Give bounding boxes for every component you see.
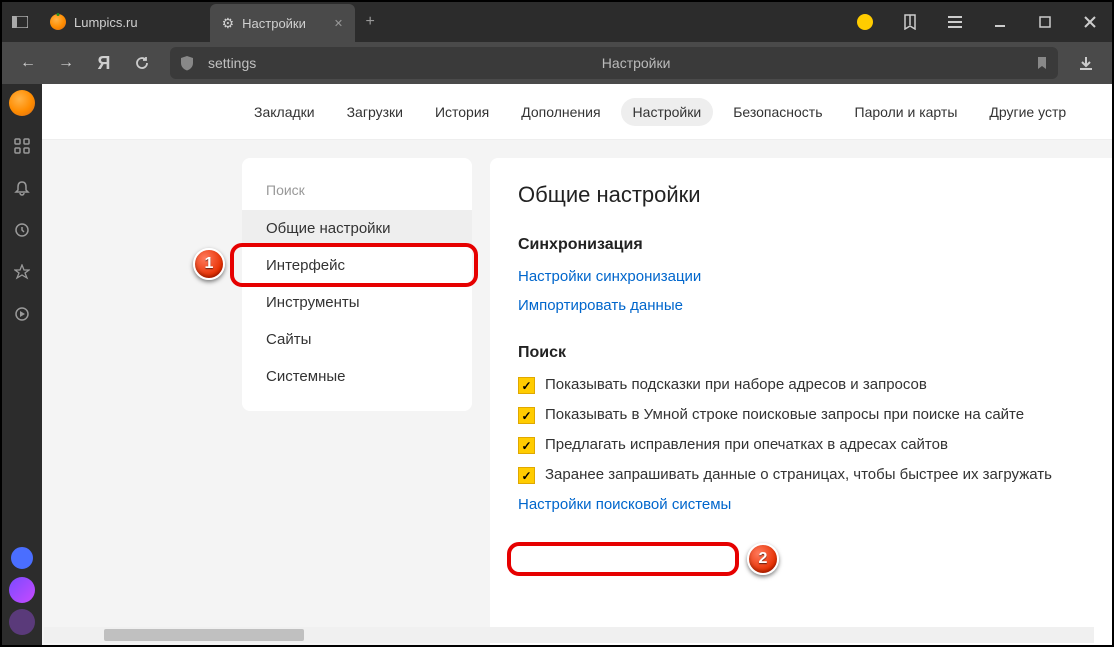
titlebar: Lumpics.ru ⚙ Настройки ✕ + xyxy=(2,2,1112,42)
url-text: settings xyxy=(204,55,256,71)
nav-addons[interactable]: Дополнения xyxy=(509,98,612,126)
shield-icon xyxy=(180,55,204,71)
sidebar-app-icon[interactable] xyxy=(9,545,35,571)
downloads-button[interactable] xyxy=(1068,55,1104,71)
bookmark-icon[interactable] xyxy=(1016,56,1048,70)
annotation-marker-2: 2 xyxy=(747,543,779,575)
search-heading: Поиск xyxy=(518,344,1084,362)
nav-downloads[interactable]: Загрузки xyxy=(335,98,415,126)
bell-icon[interactable] xyxy=(10,176,34,200)
search-engine-settings-link[interactable]: Настройки поисковой системы xyxy=(518,496,1084,513)
tab-label: Настройки xyxy=(242,16,306,31)
page-label: Настройки xyxy=(602,55,671,71)
nav-other-devices[interactable]: Другие устр xyxy=(977,98,1078,126)
nav-passwords[interactable]: Пароли и карты xyxy=(843,98,970,126)
checkbox[interactable] xyxy=(518,407,535,424)
services-icon[interactable] xyxy=(10,134,34,158)
checkbox-label: Заранее запрашивать данные о страницах, … xyxy=(545,466,1052,483)
forward-button[interactable]: → xyxy=(48,45,84,81)
reload-button[interactable] xyxy=(124,45,160,81)
play-icon[interactable] xyxy=(10,302,34,326)
gear-icon: ⚙ xyxy=(222,15,235,32)
extension-icon[interactable] xyxy=(842,2,887,42)
checkbox-label: Показывать подсказки при наборе адресов … xyxy=(545,376,927,393)
maximize-button[interactable] xyxy=(1022,2,1067,42)
nav-bookmarks[interactable]: Закладки xyxy=(242,98,327,126)
menu-tools[interactable]: Инструменты xyxy=(242,284,472,321)
nav-settings[interactable]: Настройки xyxy=(621,98,714,126)
star-icon[interactable] xyxy=(10,260,34,284)
tab-label: Lumpics.ru xyxy=(74,15,138,30)
menu-sites[interactable]: Сайты xyxy=(242,321,472,358)
browser-sidebar xyxy=(2,84,42,645)
menu-section-label: Поиск xyxy=(242,174,472,210)
lumpics-site-icon[interactable] xyxy=(9,90,35,116)
history-icon[interactable] xyxy=(10,218,34,242)
panel-title: Общие настройки xyxy=(518,182,1084,208)
nav-history[interactable]: История xyxy=(423,98,501,126)
sync-heading: Синхронизация xyxy=(518,236,1084,254)
tab-lumpics[interactable]: Lumpics.ru xyxy=(38,2,150,42)
minimize-button[interactable] xyxy=(977,2,1022,42)
close-button[interactable] xyxy=(1067,2,1112,42)
checkbox-label: Предлагать исправления при опечатках в а… xyxy=(545,436,948,453)
close-tab-icon[interactable]: ✕ xyxy=(334,17,343,30)
import-data-link[interactable]: Импортировать данные xyxy=(518,297,1084,314)
back-button[interactable]: ← xyxy=(10,45,46,81)
lumpics-favicon-icon xyxy=(50,14,66,30)
checkbox-label: Показывать в Умной строке поисковые запр… xyxy=(545,406,1024,423)
settings-top-nav: Закладки Загрузки История Дополнения Нас… xyxy=(42,84,1112,140)
tab-settings[interactable]: ⚙ Настройки ✕ xyxy=(210,4,356,42)
menu-interface[interactable]: Интерфейс xyxy=(242,247,472,284)
checkbox[interactable] xyxy=(518,467,535,484)
sidebar-app-icon[interactable] xyxy=(9,609,35,635)
horizontal-scrollbar[interactable] xyxy=(44,627,1094,643)
checkbox[interactable] xyxy=(518,437,535,454)
menu-general[interactable]: Общие настройки xyxy=(242,210,472,247)
settings-panel: Общие настройки Синхронизация Настройки … xyxy=(490,158,1112,645)
menu-system[interactable]: Системные xyxy=(242,358,472,395)
address-bar[interactable]: settings Настройки xyxy=(170,47,1058,79)
sync-settings-link[interactable]: Настройки синхронизации xyxy=(518,268,1084,285)
new-tab-button[interactable]: + xyxy=(355,13,385,31)
toolbar: ← → Я settings Настройки xyxy=(2,42,1112,84)
yandex-home-button[interactable]: Я xyxy=(86,45,122,81)
annotation-marker-1: 1 xyxy=(193,248,225,280)
checkbox[interactable] xyxy=(518,377,535,394)
settings-left-menu: Поиск Общие настройки Интерфейс Инструме… xyxy=(242,158,472,411)
bookmarks-icon[interactable] xyxy=(887,2,932,42)
sidebar-app-icon[interactable] xyxy=(9,577,35,603)
nav-security[interactable]: Безопасность xyxy=(721,98,834,126)
menu-icon[interactable] xyxy=(932,2,977,42)
sidebar-toggle-icon[interactable] xyxy=(2,16,38,28)
